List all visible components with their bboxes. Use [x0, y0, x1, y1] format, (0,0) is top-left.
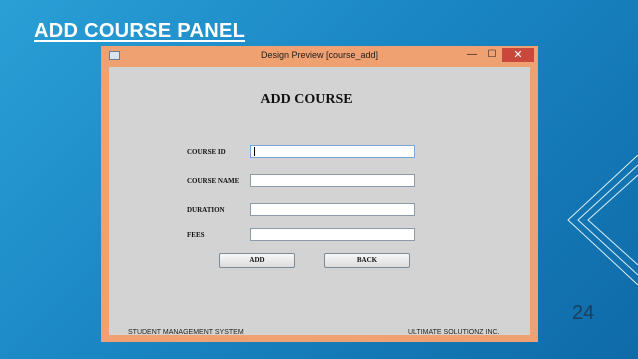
slide-title: ADD COURSE PANEL [34, 20, 246, 42]
duration-label: DURATION [187, 206, 225, 214]
fees-label: FEES [187, 231, 205, 239]
design-preview-window: Design Preview [course_add] — ☐ ✕ ADD CO… [101, 46, 538, 342]
course-id-input[interactable] [250, 145, 415, 158]
close-button[interactable]: ✕ [502, 48, 534, 62]
text-caret [254, 147, 255, 156]
course-id-label: COURSE ID [187, 148, 226, 156]
course-name-input[interactable] [250, 174, 415, 187]
decorative-chevrons [567, 155, 638, 285]
add-course-panel: ADD COURSE COURSE ID COURSE NAME DURATIO… [109, 67, 530, 336]
footer-app-name: STUDENT MANAGEMENT SYSTEM [128, 329, 244, 336]
window-titlebar[interactable]: Design Preview [course_add] — ☐ ✕ [101, 46, 538, 66]
duration-input[interactable] [250, 203, 415, 216]
course-name-label: COURSE NAME [187, 177, 240, 185]
fees-input[interactable] [250, 228, 415, 241]
maximize-button[interactable]: ☐ [485, 49, 499, 61]
footer-company: ULTIMATE SOLUTIONZ INC. [408, 329, 500, 336]
form-heading: ADD COURSE [260, 92, 353, 107]
minimize-button[interactable]: — [465, 49, 479, 61]
back-button[interactable]: BACK [324, 253, 410, 268]
add-button[interactable]: ADD [219, 253, 295, 268]
slide-number: 24 [572, 302, 595, 324]
